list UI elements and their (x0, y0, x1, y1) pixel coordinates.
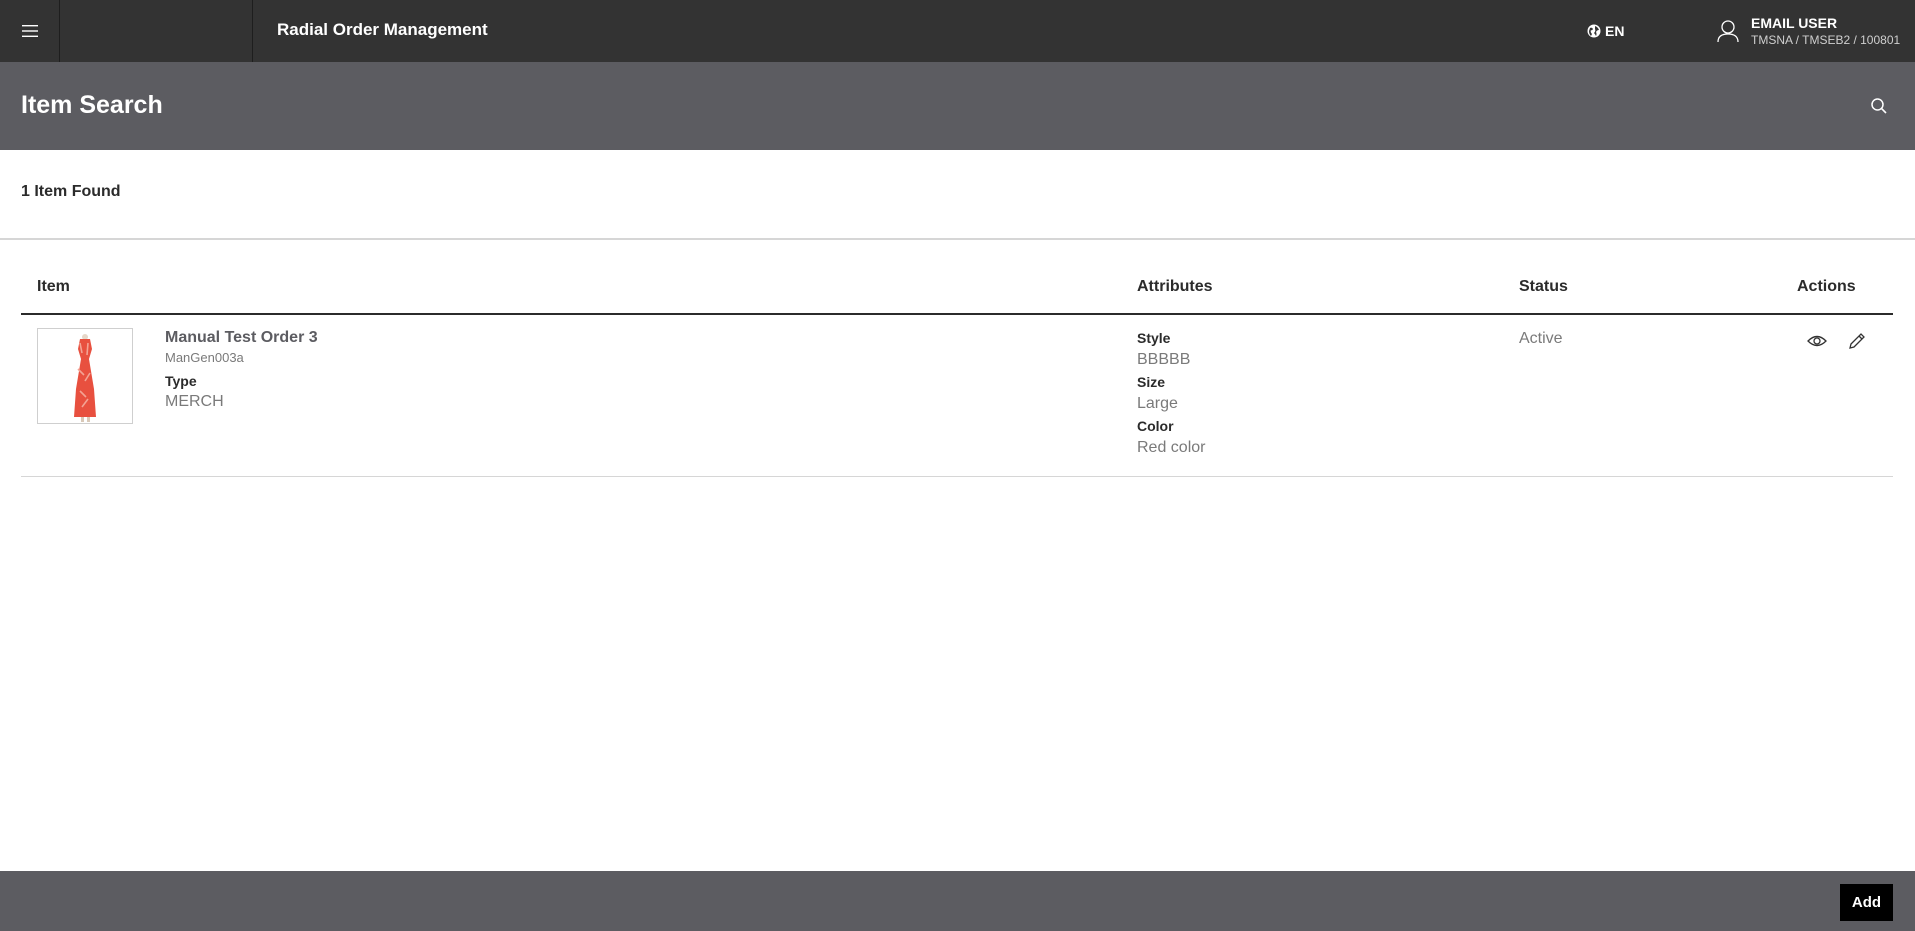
user-menu[interactable]: EMAIL USER TMSNA / TMSEB2 / 100801 (1715, 0, 1900, 62)
user-org: TMSNA / TMSEB2 / 100801 (1751, 33, 1901, 47)
pencil-icon (1849, 333, 1865, 349)
results-summary: 1 Item Found (0, 150, 1915, 240)
search-icon (1871, 98, 1887, 114)
item-type-value: MERCH (165, 393, 224, 410)
item-id: ManGen003a (165, 350, 244, 365)
user-name: EMAIL USER (1751, 15, 1838, 31)
item-status: Active (1519, 330, 1563, 347)
row-actions (1805, 329, 1869, 353)
column-header-attributes: Attributes (1137, 278, 1213, 295)
item-type-label: Type (165, 373, 197, 389)
table-header: Item Attributes Status Actions (21, 268, 1893, 315)
top-bar: Radial Order Management EN EMAIL USER TM… (0, 0, 1915, 62)
attribute-value-style: BBBBB (1137, 351, 1191, 368)
logo-area (60, 0, 253, 62)
add-button[interactable]: Add (1840, 884, 1893, 921)
user-icon (1717, 20, 1739, 43)
table-row[interactable]: Manual Test Order 3 ManGen003a Type MERC… (21, 315, 1893, 477)
view-button[interactable] (1805, 329, 1829, 353)
attribute-label-color: Color (1137, 418, 1174, 434)
language-selector[interactable]: EN (1587, 0, 1624, 62)
attribute-label-size: Size (1137, 374, 1166, 390)
attribute-value-color: Red color (1137, 439, 1206, 456)
language-label: EN (1605, 23, 1625, 39)
menu-button[interactable] (0, 0, 60, 62)
eye-icon (1807, 335, 1827, 347)
item-attributes: Style BBBBB Size Large Color Red color (1137, 328, 1205, 460)
item-name-link[interactable]: Manual Test Order 3 (165, 328, 318, 348)
item-thumbnail[interactable] (37, 328, 133, 424)
search-button[interactable] (1866, 93, 1892, 119)
item-details: Manual Test Order 3 ManGen003a Type MERC… (165, 328, 318, 413)
column-header-item: Item (37, 278, 70, 295)
globe-icon (1587, 24, 1601, 38)
page-header: Item Search (0, 62, 1915, 150)
attribute-label-style: Style (1137, 330, 1171, 346)
result-count: 1 Item Found (21, 183, 121, 200)
item-table: Item Attributes Status Actions Manual Te… (21, 268, 1893, 477)
attribute-value-size: Large (1137, 395, 1178, 412)
page-title: Item Search (21, 91, 163, 119)
column-header-status: Status (1519, 278, 1568, 295)
app-title: Radial Order Management (277, 20, 488, 39)
column-header-actions: Actions (1797, 278, 1856, 295)
footer-bar: Add (0, 871, 1915, 931)
dress-image (38, 329, 132, 423)
edit-button[interactable] (1845, 329, 1869, 353)
hamburger-icon (21, 25, 38, 37)
